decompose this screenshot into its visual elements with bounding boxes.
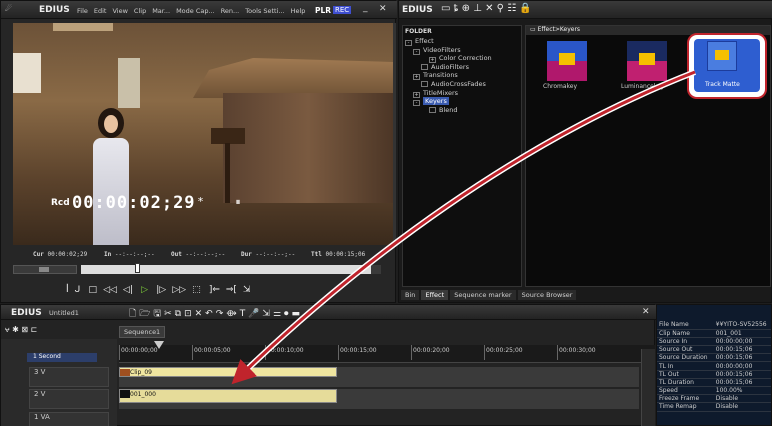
drag-arrow <box>231 69 697 385</box>
